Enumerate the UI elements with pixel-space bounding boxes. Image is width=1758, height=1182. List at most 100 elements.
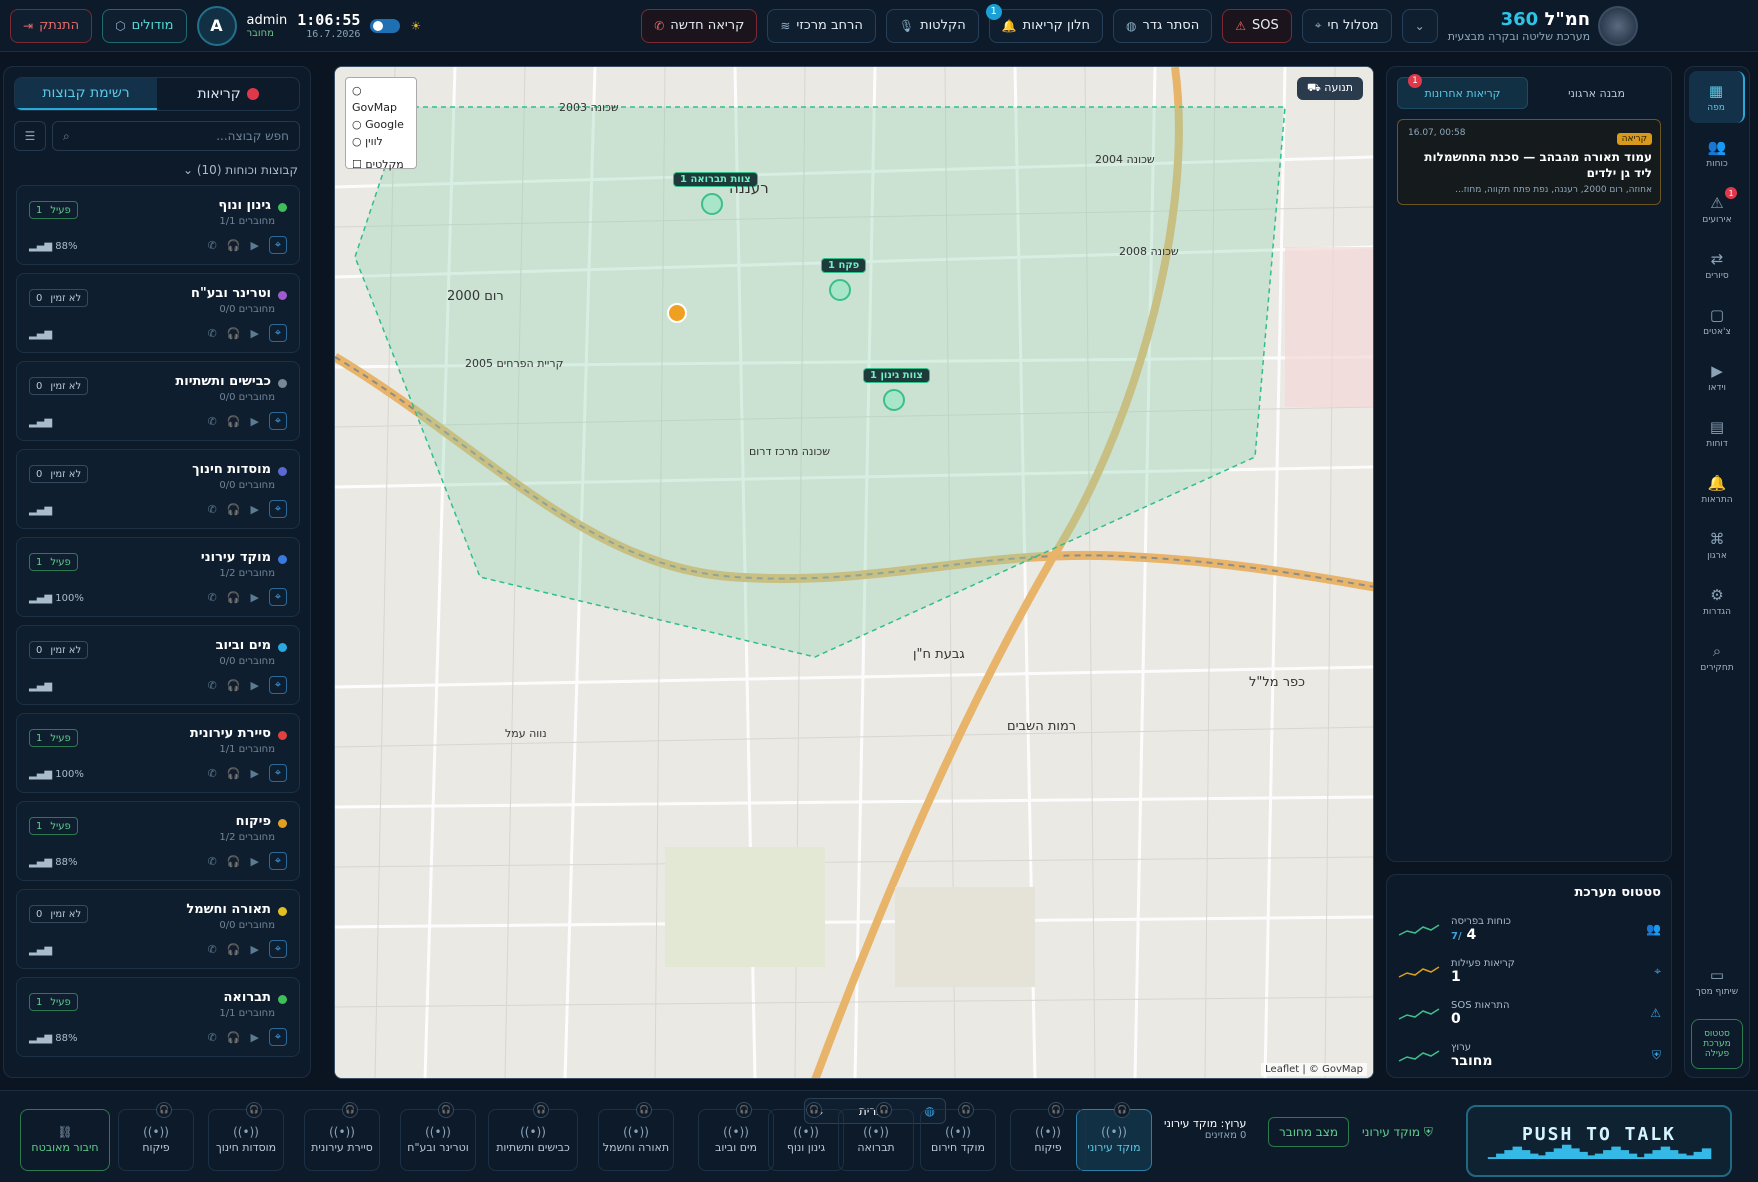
headphones-icon[interactable]: 🎧 bbox=[636, 1102, 652, 1118]
rail-item[interactable]: ⌘ ארגון bbox=[1689, 519, 1745, 571]
locate-icon[interactable]: ⌖ bbox=[269, 500, 287, 518]
call-icon[interactable]: ✆ bbox=[208, 327, 217, 340]
connected-state-chip[interactable]: מצב מחובר bbox=[1268, 1117, 1349, 1147]
locate-icon[interactable]: ⌖ bbox=[269, 1028, 287, 1046]
video-icon[interactable]: ▶ bbox=[251, 855, 259, 868]
channel-button[interactable]: 🎧 ((•)) פיקוח bbox=[1010, 1102, 1086, 1171]
headphones-icon[interactable]: 🎧 bbox=[736, 1102, 752, 1118]
filter-icon[interactable]: ☰ bbox=[14, 121, 46, 151]
group-card[interactable]: כבישים ותשתיות מחוברים 0/0 0 לא זמין ▂▄▆ … bbox=[16, 361, 300, 441]
group-card[interactable]: וטרינר ובע"ח מחוברים 0/0 0 לא זמין ▂▄▆ ✆ 🎧… bbox=[16, 273, 300, 353]
call-icon[interactable]: ✆ bbox=[208, 855, 217, 868]
headphones-icon[interactable]: 🎧 bbox=[156, 1102, 172, 1118]
headphones-icon[interactable]: 🎧 bbox=[438, 1102, 454, 1118]
share-screen-button[interactable]: ▭ שיתוף מסך bbox=[1689, 955, 1745, 1007]
call-icon[interactable]: ✆ bbox=[208, 767, 217, 780]
channel-button[interactable]: 🎧 ((•)) מים וביוב bbox=[698, 1102, 774, 1171]
headphones-icon[interactable]: 🎧 bbox=[876, 1102, 892, 1118]
rail-item[interactable]: ▢ צ'אטים bbox=[1689, 295, 1745, 347]
layer-satellite[interactable]: ○ לווין bbox=[352, 133, 410, 150]
locate-icon[interactable]: ⌖ bbox=[269, 764, 287, 782]
logout-button[interactable]: ⇥ התנתק bbox=[10, 8, 93, 43]
locate-icon[interactable]: ⌖ bbox=[269, 236, 287, 254]
push-to-talk-button[interactable]: PUSH TO TALK ▁▃▅▇▅▃▂▄▆█▆▄▂▃▅▇▅▃▁▃▅▇▅▃▂▄▆ bbox=[1466, 1105, 1732, 1177]
video-icon[interactable]: ▶ bbox=[251, 415, 259, 428]
tab-org-structure[interactable]: מבנה ארגוני bbox=[1532, 77, 1661, 109]
rail-item[interactable]: ⌕ תחקירים bbox=[1689, 631, 1745, 683]
map-attribution[interactable]: Leaflet | © GovMap bbox=[1261, 1063, 1367, 1076]
headset-icon[interactable]: 🎧 bbox=[227, 855, 241, 868]
rail-item[interactable]: ▶ וידאו bbox=[1689, 351, 1745, 403]
rail-item[interactable]: ⚙ הגדרות bbox=[1689, 575, 1745, 627]
headphones-icon[interactable]: 🎧 bbox=[1048, 1102, 1064, 1118]
collapse-button[interactable]: ⌄ bbox=[1401, 8, 1438, 43]
headphones-icon[interactable]: 🎧 bbox=[342, 1102, 358, 1118]
call-icon[interactable]: ✆ bbox=[208, 591, 217, 604]
call-icon[interactable]: ✆ bbox=[208, 679, 217, 692]
tab-calls[interactable]: קריאות bbox=[157, 78, 299, 110]
headphones-icon[interactable]: 🎧 bbox=[533, 1102, 549, 1118]
call-icon[interactable]: ✆ bbox=[208, 415, 217, 428]
marker-sanitation[interactable] bbox=[701, 193, 723, 215]
theme-toggle[interactable] bbox=[370, 18, 401, 33]
video-icon[interactable]: ▶ bbox=[251, 943, 259, 956]
call-icon[interactable]: ✆ bbox=[208, 943, 217, 956]
headphones-icon[interactable]: 🎧 bbox=[958, 1102, 974, 1118]
group-card[interactable]: תאורה וחשמל מחוברים 0/0 0 לא זמין ▂▄▆ ✆ 🎧 ▶… bbox=[16, 889, 300, 969]
headset-icon[interactable]: 🎧 bbox=[227, 503, 241, 516]
call-icon[interactable]: ✆ bbox=[208, 1031, 217, 1044]
search-input[interactable]: חפש קבוצה... ⌕ bbox=[52, 121, 300, 151]
video-icon[interactable]: ▶ bbox=[251, 679, 259, 692]
new-call-button[interactable]: ✆ קריאה חדשה bbox=[641, 8, 758, 43]
modules-button[interactable]: ⬡ מודולים bbox=[102, 8, 187, 43]
call-card[interactable]: קריאה 16.07, 00:58 עמוד תאורה מהבהב — סכ… bbox=[1397, 119, 1661, 205]
hide-fence-button[interactable]: ◍ הסתר גדר bbox=[1113, 8, 1213, 43]
rail-item[interactable]: ▦ מפה bbox=[1689, 71, 1745, 123]
map-canvas[interactable] bbox=[335, 67, 1374, 1079]
rail-item[interactable]: ▤ דוחות bbox=[1689, 407, 1745, 459]
group-card[interactable]: תברואה מחוברים 1/1 1 פעיל ▂▄▆ 88% ✆ 🎧 ▶ ⌖ bbox=[16, 977, 300, 1057]
layer-switcher[interactable]: ○ GovMap ○ Google ○ לווין ☐ מקלטים bbox=[345, 77, 417, 171]
channel-button[interactable]: 🎧 ((•)) סיירת עירונית bbox=[304, 1102, 380, 1171]
video-icon[interactable]: ▶ bbox=[251, 1031, 259, 1044]
headset-icon[interactable]: 🎧 bbox=[227, 767, 241, 780]
video-icon[interactable]: ▶ bbox=[251, 327, 259, 340]
system-status-button[interactable]: סטטוס מערכת פעילה bbox=[1691, 1019, 1743, 1069]
rail-item[interactable]: 👥 כוחות bbox=[1689, 127, 1745, 179]
headset-icon[interactable]: 🎧 bbox=[227, 239, 241, 252]
locate-icon[interactable]: ⌖ bbox=[269, 324, 287, 342]
group-card[interactable]: סיירת עירונית מחוברים 1/1 1 פעיל ▂▄▆ 100%… bbox=[16, 713, 300, 793]
headset-icon[interactable]: 🎧 bbox=[227, 415, 241, 428]
channel-button[interactable]: 🎧 ((•)) וטרינר ובע"ח bbox=[400, 1102, 476, 1171]
channel-button[interactable]: 🎧 ((•)) מוקד חירום bbox=[920, 1102, 996, 1171]
video-icon[interactable]: ▶ bbox=[251, 239, 259, 252]
layer-shelters[interactable]: ☐ מקלטים bbox=[352, 156, 410, 173]
tab-recent-calls[interactable]: קריאות אחרונות 1 bbox=[1397, 74, 1528, 109]
traffic-button[interactable]: ⛟ תנועה bbox=[1296, 77, 1363, 100]
video-icon[interactable]: ▶ bbox=[251, 503, 259, 516]
rail-item[interactable]: 1 ⚠ אירועים bbox=[1689, 183, 1745, 235]
headset-icon[interactable]: 🎧 bbox=[227, 327, 241, 340]
rail-item[interactable]: 🔔 התראות bbox=[1689, 463, 1745, 515]
headset-icon[interactable]: 🎧 bbox=[227, 943, 241, 956]
marker-inspector[interactable] bbox=[829, 279, 851, 301]
rail-item[interactable]: ⇄ סיורים bbox=[1689, 239, 1745, 291]
channel-button[interactable]: 🎧 ((•)) גינון ונוף bbox=[768, 1102, 844, 1171]
group-card[interactable]: מים וביוב מחוברים 0/0 0 לא זמין ▂▄▆ ✆ 🎧 ▶ ⌖ bbox=[16, 625, 300, 705]
map-view[interactable]: ○ GovMap ○ Google ○ לווין ☐ מקלטים ⛟ תנו… bbox=[334, 66, 1374, 1079]
recordings-button[interactable]: 🎙 הקלטות bbox=[885, 8, 979, 43]
live-route-button[interactable]: ⌖ מסלול חי bbox=[1301, 8, 1392, 43]
video-icon[interactable]: ▶ bbox=[251, 767, 259, 780]
locate-icon[interactable]: ⌖ bbox=[269, 588, 287, 606]
channel-button[interactable]: 🎧 ((•)) תאורה וחשמל bbox=[598, 1102, 674, 1171]
group-card[interactable]: מוסדות חינוך מחוברים 0/0 0 לא זמין ▂▄▆ ✆ 🎧… bbox=[16, 449, 300, 529]
layer-google[interactable]: ○ Google bbox=[352, 116, 410, 133]
central-expand-button[interactable]: ≋ הרחב מרכזי bbox=[767, 8, 876, 43]
video-icon[interactable]: ▶ bbox=[251, 591, 259, 604]
secure-connection-button[interactable]: ⛓ חיבור מאובטח bbox=[20, 1109, 110, 1171]
headphones-icon[interactable]: 🎧 bbox=[806, 1102, 822, 1118]
channel-button[interactable]: 🎧 ((•)) מוקד עירוני bbox=[1076, 1102, 1152, 1171]
layer-govmap[interactable]: ○ GovMap bbox=[352, 82, 410, 116]
calls-window-button[interactable]: 1 🔔 חלון קריאות bbox=[985, 3, 1103, 43]
group-card[interactable]: פיקוח מחוברים 1/2 1 פעיל ▂▄▆ 88% ✆ 🎧 ▶ ⌖ bbox=[16, 801, 300, 881]
